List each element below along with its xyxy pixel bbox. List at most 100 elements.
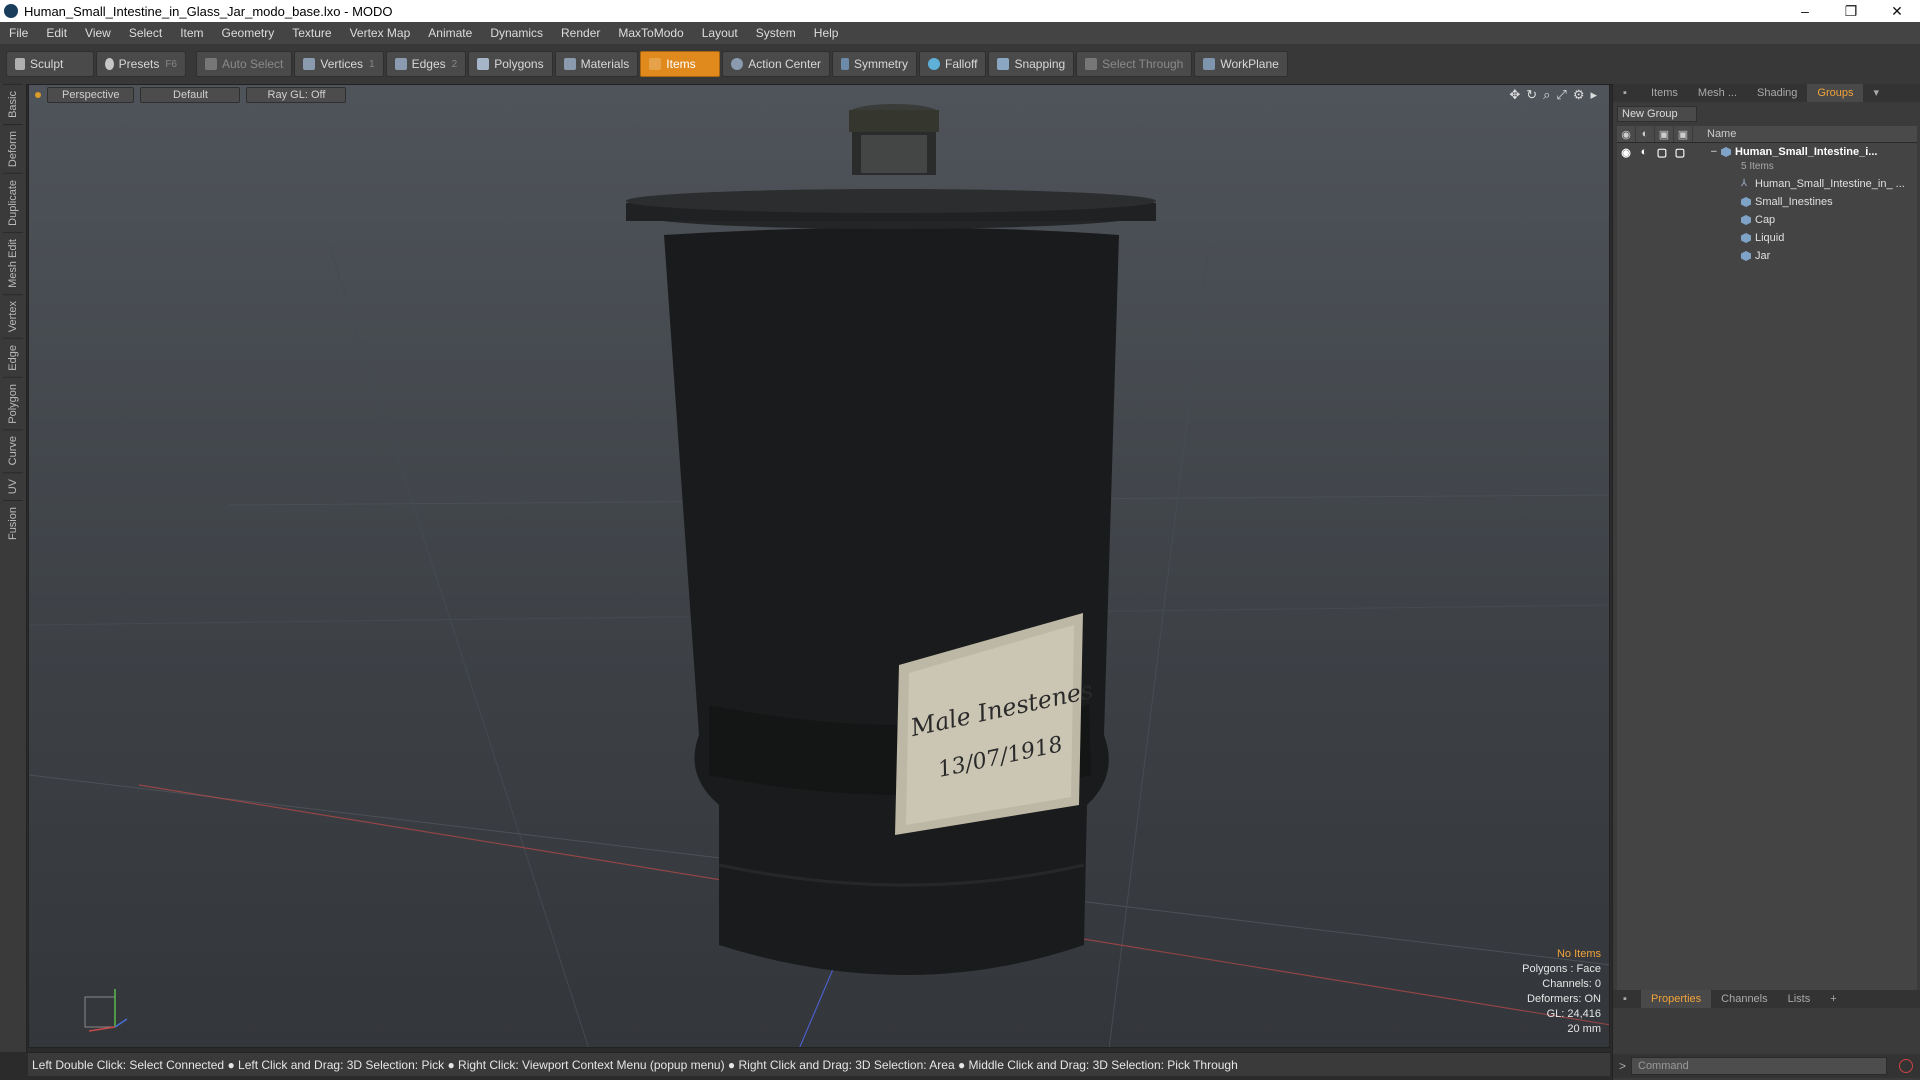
zoom-icon[interactable]: ⌕: [1543, 87, 1550, 103]
new-group-button[interactable]: New Group: [1617, 106, 1697, 122]
tab-shading[interactable]: Shading: [1747, 84, 1807, 102]
materials-button[interactable]: Materials: [554, 51, 639, 77]
tab-dropdown-icon[interactable]: ▾: [1863, 84, 1889, 102]
tab-items[interactable]: Items: [1641, 84, 1688, 102]
vertices-button[interactable]: Vertices 1: [294, 51, 384, 77]
tab-mesh[interactable]: Mesh ...: [1688, 84, 1747, 102]
viewport-settings-icon[interactable]: ⚙: [1573, 87, 1585, 103]
menu-system[interactable]: System: [747, 26, 805, 40]
menu-texture[interactable]: Texture: [283, 26, 340, 40]
tab-mesh-edit[interactable]: Mesh Edit: [3, 231, 23, 294]
command-input[interactable]: Command: [1631, 1057, 1887, 1075]
collapse-icon[interactable]: −: [1689, 146, 1717, 158]
eye-icon[interactable]: ◉: [1617, 146, 1635, 159]
tab-basic[interactable]: Basic: [3, 84, 23, 124]
status-bar: Left Double Click: Select Connected ● Le…: [28, 1052, 1610, 1076]
tab-groups[interactable]: Groups: [1807, 84, 1864, 102]
materials-icon: [563, 58, 576, 70]
menu-edit[interactable]: Edit: [37, 26, 76, 40]
edges-button[interactable]: Edges 2: [385, 51, 467, 77]
viewport-header: Perspective Default Ray GL: Off: [29, 85, 1609, 105]
tab-vertex[interactable]: Vertex: [3, 293, 23, 338]
fit-icon[interactable]: ⤢: [1556, 87, 1566, 103]
menu-geometry[interactable]: Geometry: [213, 26, 284, 40]
rotate-icon[interactable]: ↻: [1526, 87, 1537, 103]
add-tab-icon[interactable]: +: [1820, 990, 1846, 1008]
close-button[interactable]: ✕: [1874, 0, 1920, 22]
maximize-button[interactable]: ❐: [1828, 0, 1874, 22]
mesh-icon: [1741, 197, 1751, 207]
tab-properties[interactable]: Properties: [1641, 990, 1712, 1008]
menu-help[interactable]: Help: [805, 26, 848, 40]
tree-row-liquid[interactable]: Liquid: [1617, 229, 1917, 247]
menu-view[interactable]: View: [76, 26, 120, 40]
action-center-button[interactable]: Action Center: [722, 51, 830, 77]
tree-row-root[interactable]: ◉ ◐ ▢ ▢ − Human_Small_Intestine_i...: [1617, 143, 1917, 161]
mesh-icon: [1741, 251, 1751, 261]
minimize-button[interactable]: –: [1782, 0, 1828, 22]
viewport-menu-icon[interactable]: ▸: [1590, 87, 1597, 103]
shading-mode-button[interactable]: Default: [140, 87, 241, 103]
menu-animate[interactable]: Animate: [419, 26, 481, 40]
locator-icon: ⅄: [1741, 178, 1748, 189]
select-through-button[interactable]: Select Through: [1076, 51, 1193, 77]
lock-column-icon[interactable]: ▣: [1655, 126, 1674, 142]
presets-button[interactable]: Presets F6: [96, 51, 186, 77]
menu-layout[interactable]: Layout: [693, 26, 747, 40]
polygons-button[interactable]: Polygons: [468, 51, 553, 77]
raygl-button[interactable]: Ray GL: Off: [246, 87, 347, 103]
menu-item[interactable]: Item: [171, 26, 212, 40]
viewport-info: No Items Polygons : Face Channels: 0 Def…: [1522, 947, 1601, 1037]
axis-gizmo-icon: [84, 989, 128, 1032]
status-hint: Left Double Click: Select Connected ● Le…: [32, 1057, 1238, 1072]
menu-maxtomodo[interactable]: MaxToModo: [609, 26, 692, 40]
menu-dynamics[interactable]: Dynamics: [481, 26, 552, 40]
tab-fusion[interactable]: Fusion: [3, 500, 23, 547]
menu-file[interactable]: File: [0, 26, 37, 40]
tab-channels[interactable]: Channels: [1711, 990, 1777, 1008]
tab-uv[interactable]: UV: [3, 471, 23, 501]
3d-viewport[interactable]: Male Inestenes 13/07/1918 Perspective De…: [28, 84, 1610, 1048]
mesh-icon: [1741, 215, 1751, 225]
mesh-icon: [1741, 233, 1751, 243]
panel-menu-icon[interactable]: ▪: [1613, 84, 1641, 102]
snapping-button[interactable]: Snapping: [988, 51, 1075, 77]
tab-lists[interactable]: Lists: [1778, 990, 1821, 1008]
gl-polycount-info: GL: 24,416: [1546, 1008, 1601, 1020]
select-column-icon[interactable]: ▣: [1674, 126, 1693, 142]
tab-polygon[interactable]: Polygon: [3, 376, 23, 430]
brush-icon: [15, 58, 25, 70]
command-history-icon[interactable]: [1899, 1059, 1913, 1073]
command-prompt-icon: >: [1619, 1059, 1627, 1073]
select-through-icon: [1085, 58, 1098, 70]
symmetry-button[interactable]: Symmetry: [831, 51, 917, 77]
view-mode-button[interactable]: Perspective: [47, 87, 135, 103]
select-toggle-icon[interactable]: ▢: [1671, 146, 1689, 159]
items-button[interactable]: Items: [640, 51, 721, 77]
tree-row-cap[interactable]: Cap: [1617, 211, 1917, 229]
left-tool-tabs: Basic Deform Duplicate Mesh Edit Vertex …: [0, 84, 27, 1052]
modo-logo-icon: [4, 4, 18, 18]
visibility-column-icon[interactable]: ◉: [1617, 126, 1636, 142]
auto-select-button[interactable]: Auto Select: [196, 51, 293, 77]
auto-select-icon: [205, 58, 217, 70]
menu-select[interactable]: Select: [120, 26, 171, 40]
workplane-button[interactable]: WorkPlane: [1194, 51, 1288, 77]
tab-deform[interactable]: Deform: [3, 123, 23, 173]
menu-render[interactable]: Render: [552, 26, 609, 40]
tree-row-locator[interactable]: ⅄ Human_Small_Intestine_in_ ...: [1617, 175, 1917, 193]
properties-menu-icon[interactable]: ▪: [1613, 990, 1641, 1008]
menu-vertex-map[interactable]: Vertex Map: [341, 26, 420, 40]
tab-duplicate[interactable]: Duplicate: [3, 172, 23, 232]
tab-edge[interactable]: Edge: [3, 337, 23, 377]
root-item-count: 5 Items: [1741, 161, 1774, 172]
tree-row-small-inestines[interactable]: Small_Inestines: [1617, 193, 1917, 211]
tree-row-jar[interactable]: Jar: [1617, 247, 1917, 265]
sculpt-button[interactable]: Sculpt: [6, 51, 94, 77]
pan-icon[interactable]: ✥: [1509, 87, 1520, 103]
render-toggle-icon[interactable]: ◐: [1635, 146, 1653, 158]
tab-curve[interactable]: Curve: [3, 429, 23, 472]
falloff-button[interactable]: Falloff: [918, 51, 987, 77]
lock-toggle-icon[interactable]: ▢: [1653, 146, 1671, 159]
render-column-icon[interactable]: ◐: [1636, 126, 1655, 142]
